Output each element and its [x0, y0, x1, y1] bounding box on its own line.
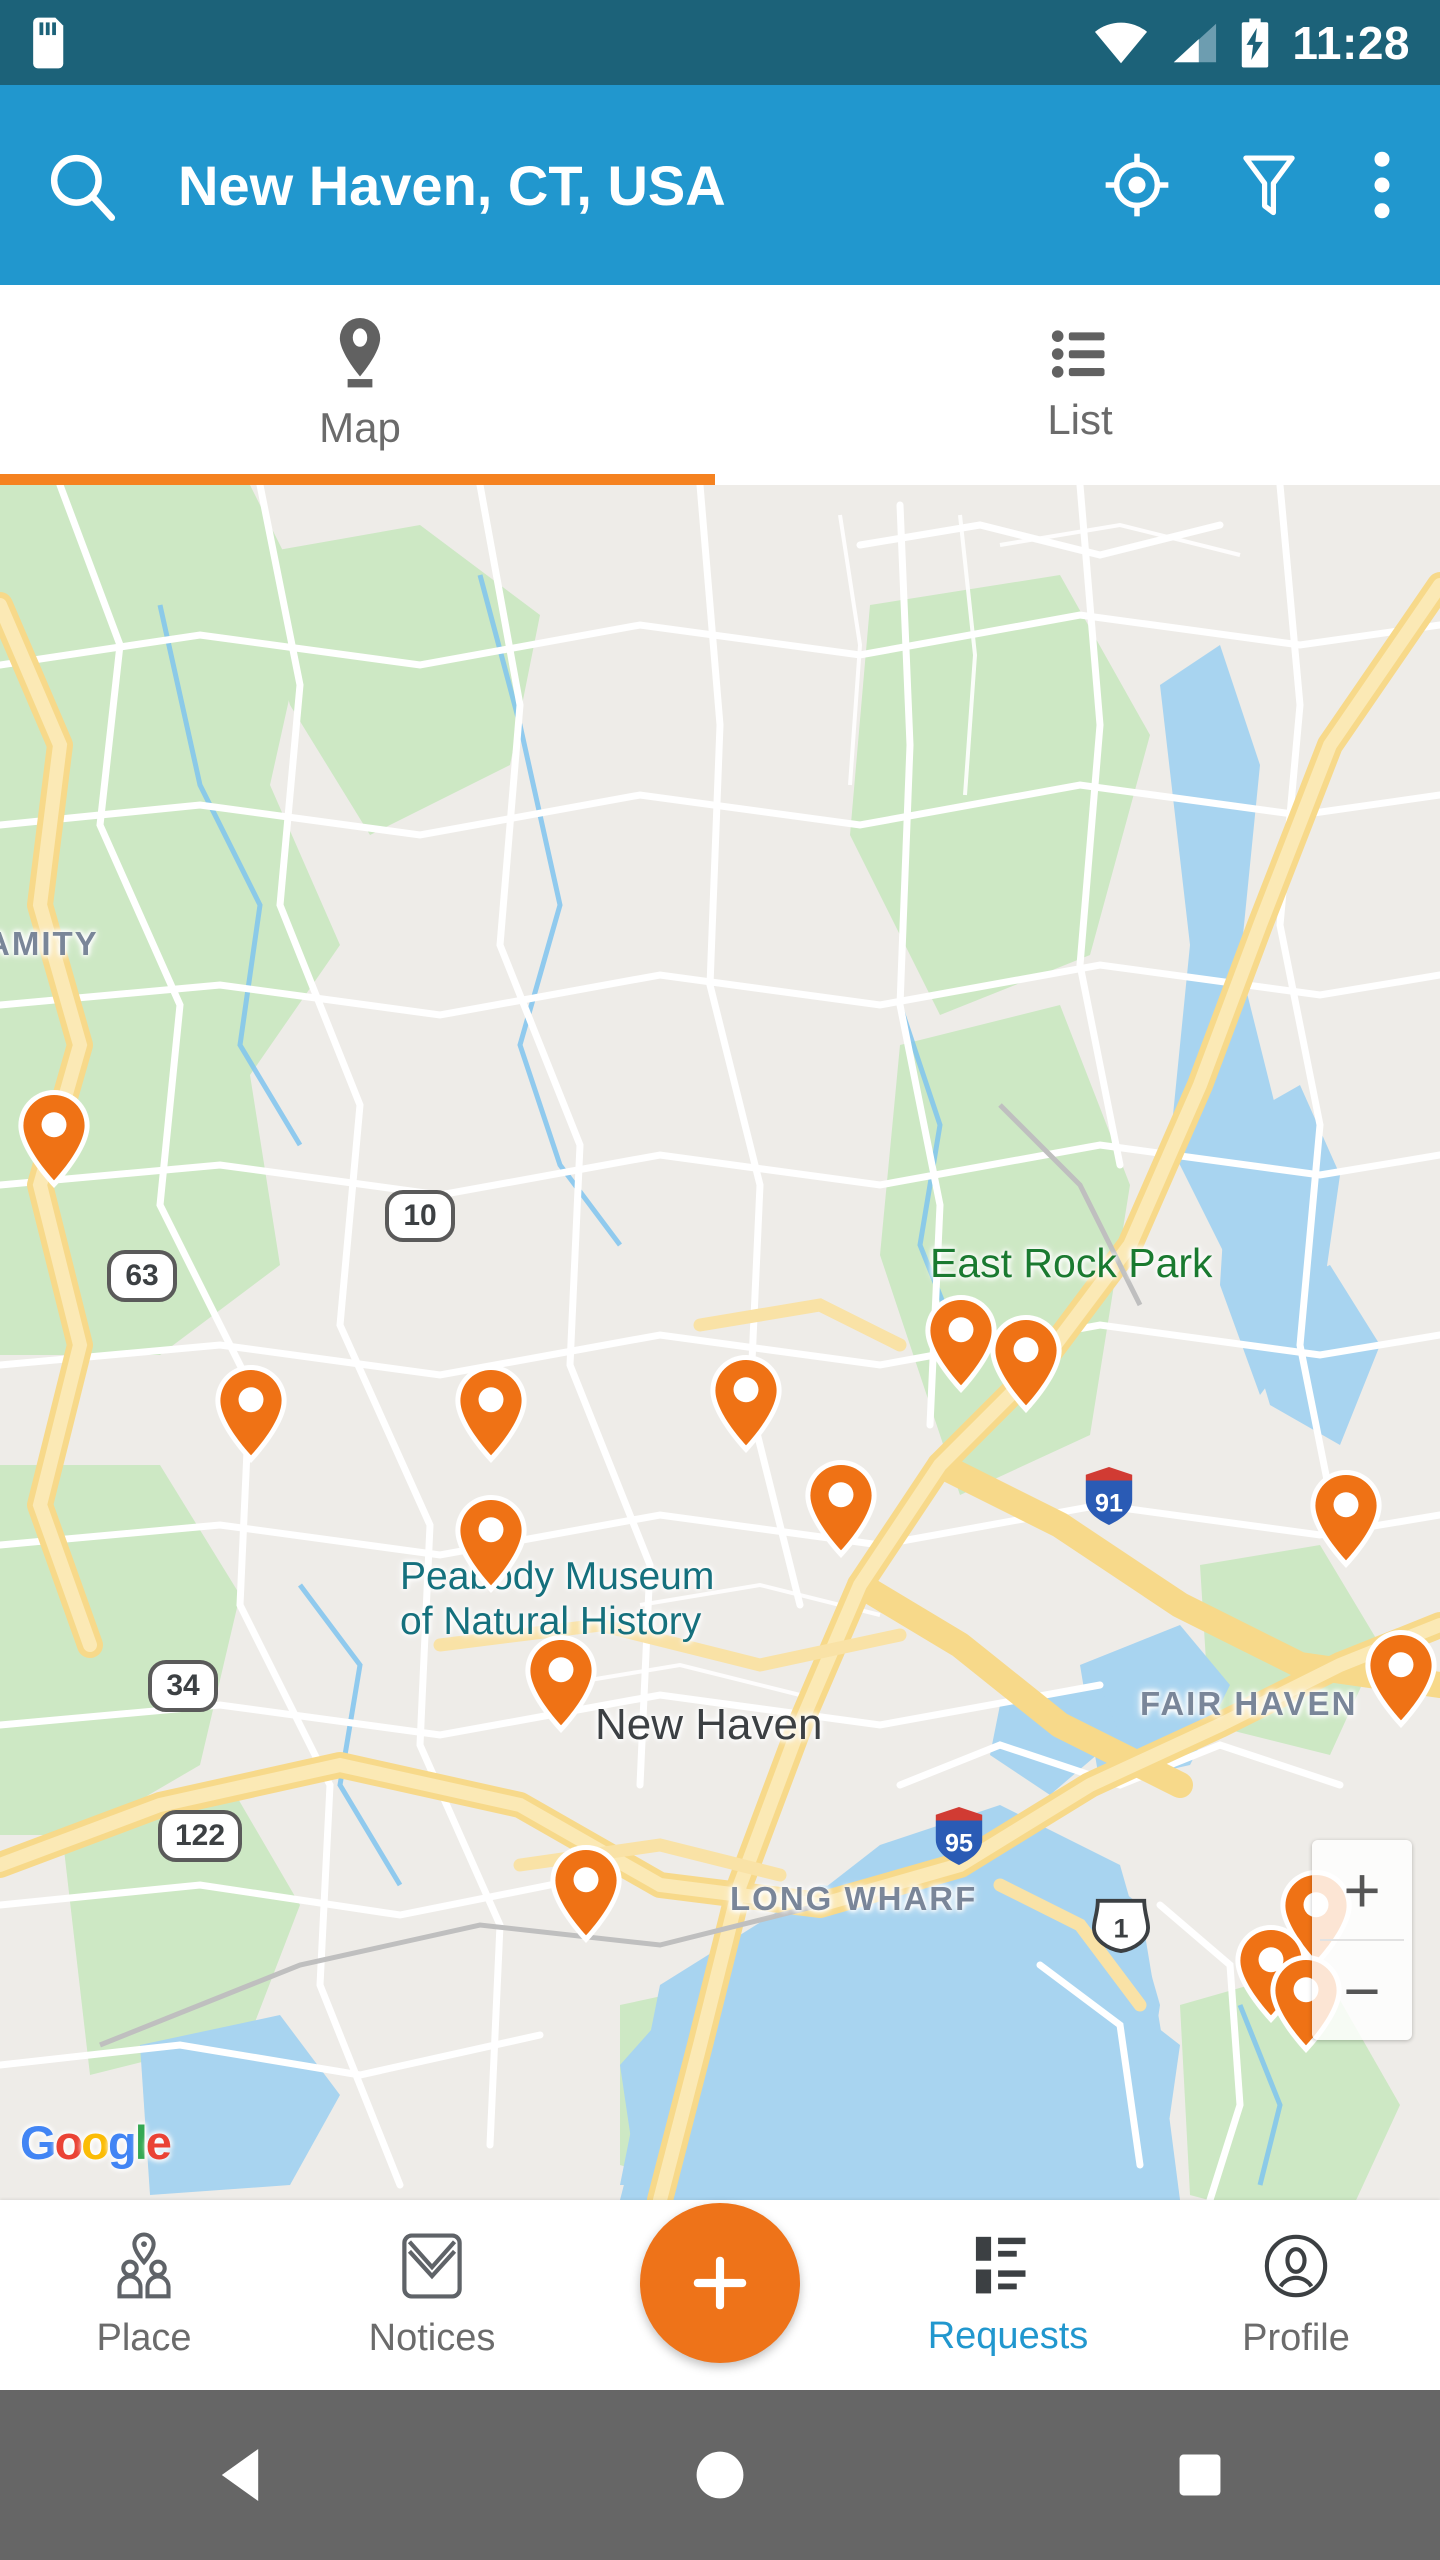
plus-icon [685, 2248, 755, 2318]
wifi-icon [1094, 21, 1148, 65]
google-letter-g2: g [108, 2116, 137, 2169]
tab-list[interactable]: List [720, 285, 1440, 485]
view-tabs: Map List [0, 285, 1440, 485]
person-circle-icon [1263, 2231, 1329, 2301]
square-recents-icon [1177, 2452, 1223, 2498]
android-home-button[interactable] [630, 2449, 810, 2501]
map-marker-pin[interactable] [805, 1460, 877, 1558]
envelope-icon [401, 2231, 463, 2301]
tab-list-label: List [1047, 396, 1113, 443]
bottom-nav-item-requests[interactable]: Requests [864, 2233, 1152, 2358]
svg-text:91: 91 [1095, 1489, 1123, 1517]
map-marker-pin[interactable] [1310, 1470, 1382, 1568]
sd-card-icon [30, 17, 68, 69]
bottom-nav-item-place[interactable]: Place [0, 2231, 288, 2360]
app-bar-title[interactable]: New Haven, CT, USA [178, 153, 726, 218]
map-basemap [0, 485, 1440, 2200]
us-route-shield-1: 1 [1090, 1895, 1151, 1957]
status-bar-clock: 11:28 [1292, 16, 1410, 69]
zoom-in-button[interactable]: + [1312, 1840, 1412, 1939]
map-marker-pin[interactable] [455, 1365, 527, 1463]
svg-text:95: 95 [945, 1829, 973, 1857]
android-back-button[interactable] [150, 2446, 330, 2504]
search-icon[interactable] [44, 148, 118, 222]
bottom-nav-label-requests: Requests [927, 2314, 1089, 2357]
my-location-icon[interactable] [1104, 152, 1170, 218]
map-marker-pin[interactable] [1365, 1630, 1437, 1728]
bottom-nav-label-profile: Profile [1242, 2316, 1350, 2359]
circle-home-icon [694, 2449, 746, 2501]
app-root: 11:28 New Haven, CT, USA Map List MITY E… [0, 0, 1440, 2560]
tab-map-label: Map [319, 404, 401, 451]
map-zoom-controls: + − [1312, 1840, 1412, 2040]
road-shield-10: 10 [385, 1190, 455, 1242]
svg-text:1: 1 [1113, 1914, 1128, 1944]
requests-list-icon [973, 2233, 1043, 2299]
map-canvas[interactable]: AMITY East Rock Park Peabody Museum of N… [0, 485, 1440, 2200]
road-shield-34: 34 [148, 1660, 218, 1712]
map-marker-pin[interactable] [710, 1355, 782, 1453]
zoom-out-button[interactable]: − [1312, 1941, 1412, 2040]
bottom-nav-item-profile[interactable]: Profile [1152, 2231, 1440, 2360]
google-letter-l: l [134, 2116, 148, 2169]
tab-active-indicator [0, 474, 715, 485]
more-vert-icon[interactable] [1368, 149, 1396, 221]
bottom-nav-label-notices: Notices [368, 2316, 496, 2359]
battery-charging-icon [1238, 17, 1272, 68]
road-shield-63: 63 [107, 1250, 177, 1302]
status-bar-left [30, 17, 68, 69]
tab-map[interactable]: Map [0, 285, 720, 485]
map-marker-pin[interactable] [925, 1295, 997, 1393]
cellular-signal-icon [1168, 21, 1218, 65]
list-icon [1051, 326, 1109, 382]
map-marker-pin[interactable] [455, 1495, 527, 1593]
map-marker-pin[interactable] [18, 1090, 90, 1188]
android-navigation-bar [0, 2390, 1440, 2560]
triangle-back-icon [214, 2446, 266, 2504]
people-place-icon [106, 2231, 182, 2301]
status-bar: 11:28 [0, 0, 1440, 85]
google-letter-o2: o [81, 2116, 110, 2169]
bottom-nav-label-place: Place [96, 2316, 192, 2359]
fab-container [576, 2203, 864, 2375]
google-letter-g1: G [20, 2116, 57, 2169]
add-request-fab[interactable] [640, 2203, 800, 2363]
bottom-navigation: Place Notices Requests Profile [0, 2200, 1440, 2390]
google-letter-o1: o [54, 2116, 84, 2169]
map-marker-pin[interactable] [525, 1635, 597, 1733]
map-marker-pin[interactable] [550, 1845, 622, 1943]
android-recents-button[interactable] [1110, 2452, 1290, 2498]
interstate-shield-91: 91 [1080, 1465, 1138, 1527]
map-pin-icon [334, 318, 386, 390]
app-bar: New Haven, CT, USA [0, 85, 1440, 285]
interstate-shield-95: 95 [930, 1805, 988, 1867]
status-bar-right: 11:28 [1094, 16, 1410, 70]
bottom-nav-item-notices[interactable]: Notices [288, 2231, 576, 2360]
google-attribution: Google [20, 2115, 172, 2170]
filter-icon[interactable] [1240, 152, 1298, 218]
map-marker-pin[interactable] [990, 1315, 1062, 1413]
google-letter-e: e [145, 2116, 172, 2169]
road-shield-122: 122 [158, 1810, 242, 1862]
app-bar-actions [1104, 149, 1396, 221]
map-marker-pin[interactable] [215, 1365, 287, 1463]
